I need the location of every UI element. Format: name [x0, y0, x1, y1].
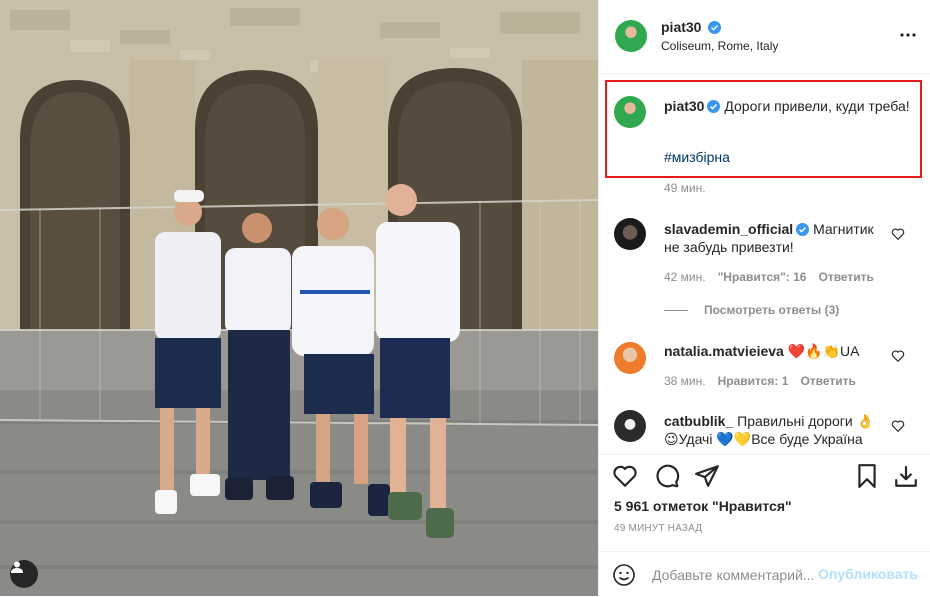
caption-text: piat30 Дороги привели, куди треба! — [664, 96, 914, 117]
comment-avatar[interactable] — [614, 410, 646, 442]
comment-likes[interactable]: Нравится: 1 — [718, 374, 789, 388]
caption-body: Дороги привели, куди треба! — [724, 98, 910, 114]
comment-input[interactable] — [652, 564, 822, 586]
comment-meta: 42 мин. "Нравится": 16 Ответить — [664, 270, 886, 284]
post-username-text[interactable]: piat30 — [661, 19, 701, 35]
coliseum-photo-illustration — [0, 0, 598, 596]
comment-avatar[interactable] — [614, 218, 646, 250]
caption-username[interactable]: piat30 — [664, 98, 704, 114]
post-location[interactable]: Coliseum, Rome, Italy — [661, 39, 778, 53]
comment-username[interactable]: slavademin_official — [664, 221, 793, 237]
comment-text: catbublik_ Правильні дороги 👌 😉Удачі 💙💛В… — [664, 412, 886, 448]
verified-badge-icon — [707, 100, 721, 113]
avatar[interactable] — [615, 20, 647, 52]
add-comment-bar: Опубликовать — [598, 551, 930, 597]
comment-like-heart-icon[interactable] — [891, 419, 905, 433]
caption-hashtag[interactable]: #мизбірна — [664, 149, 730, 165]
post-username[interactable]: piat30 — [661, 19, 722, 35]
view-replies-button[interactable]: Посмотреть ответы (3) — [664, 303, 839, 317]
post-time-ago[interactable]: 49 МИНУТ НАЗАД — [614, 523, 702, 534]
comment-text: natalia.matvieieva ❤️🔥👏UA — [664, 342, 886, 360]
caption-time: 49 мин. — [664, 181, 706, 195]
verified-badge-icon — [796, 223, 810, 236]
more-dots-icon[interactable] — [899, 26, 917, 44]
heart-icon[interactable] — [612, 463, 638, 489]
emoji-smile-icon[interactable] — [612, 563, 636, 587]
download-icon[interactable] — [893, 463, 919, 489]
comment-time[interactable]: 38 мин. — [664, 374, 706, 388]
divider-line — [664, 310, 688, 312]
caption-highlight-box — [605, 80, 922, 178]
comment-username[interactable]: natalia.matvieieva — [664, 343, 784, 359]
bookmark-icon[interactable] — [854, 463, 880, 489]
comment-time[interactable]: 42 мин. — [664, 270, 706, 284]
paper-plane-icon[interactable] — [694, 463, 720, 489]
comment-meta: 38 мин. Нравится: 1 Ответить — [664, 374, 868, 388]
comment-username[interactable]: catbublik_ — [664, 413, 733, 429]
reply-button[interactable]: Ответить — [818, 270, 873, 284]
post-photo[interactable] — [0, 0, 598, 596]
comment-body: ❤️🔥👏UA — [787, 343, 860, 359]
user-tag-icon[interactable] — [10, 560, 38, 588]
comment-like-heart-icon[interactable] — [891, 227, 905, 241]
comment-bubble-icon[interactable] — [654, 463, 680, 489]
comment-text: slavademin_official Магнитик не забудь п… — [664, 220, 886, 256]
reply-button[interactable]: Ответить — [800, 374, 855, 388]
comment-avatar[interactable] — [614, 342, 646, 374]
comment-like-heart-icon[interactable] — [891, 349, 905, 363]
post-header: piat30 Coliseum, Rome, Italy — [599, 0, 930, 74]
view-replies-label[interactable]: Посмотреть ответы (3) — [704, 303, 839, 317]
likes-count[interactable]: 5 961 отметок "Нравится" — [614, 498, 792, 514]
comment-likes[interactable]: "Нравится": 16 — [718, 270, 807, 284]
verified-badge-icon — [708, 21, 722, 34]
publish-button[interactable]: Опубликовать — [818, 566, 918, 582]
caption-avatar[interactable] — [614, 96, 646, 128]
post-actions-section: 5 961 отметок "Нравится" 49 МИНУТ НАЗАД … — [598, 454, 930, 596]
